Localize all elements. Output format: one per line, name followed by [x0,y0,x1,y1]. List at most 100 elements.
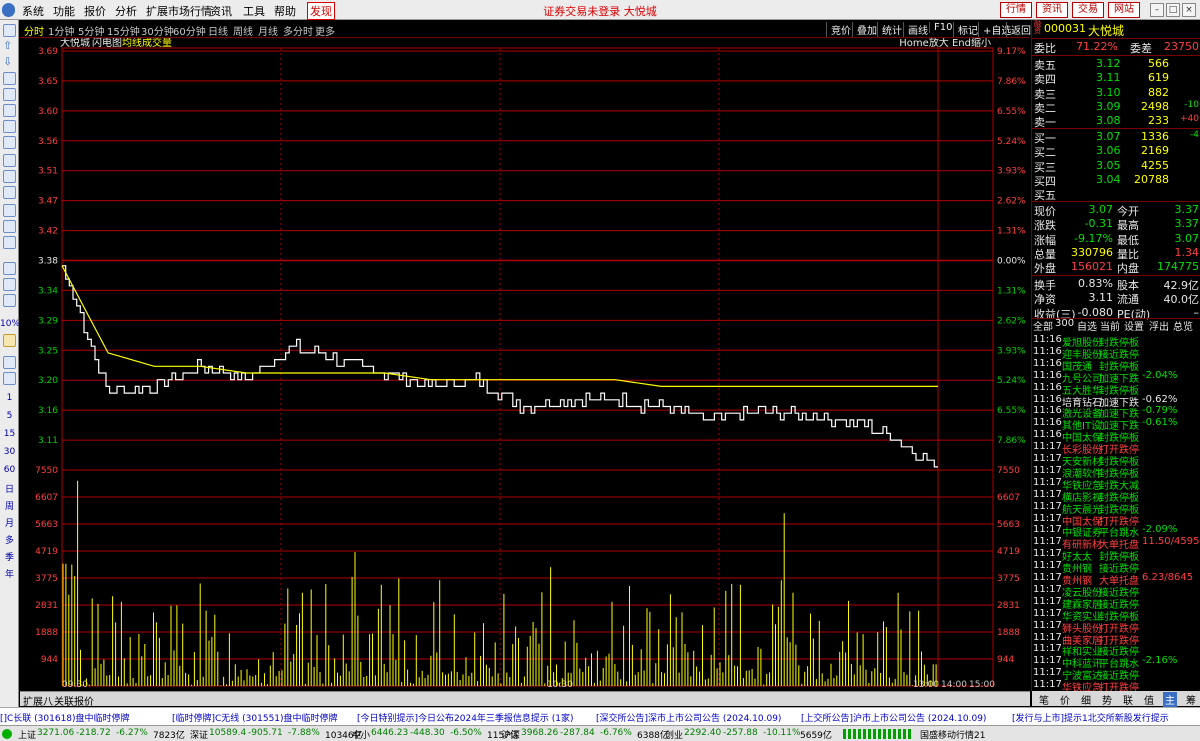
trade-filter-0[interactable]: 全部 [1033,318,1053,333]
ticker-item[interactable]: [今日特别提示]今日公布2024年三季报信息提示 (1家) [357,711,574,724]
period-30[interactable]: 30 [0,447,19,457]
trade-filter-4[interactable]: 设置 [1124,318,1144,333]
tab-30min[interactable]: 30分钟 [141,23,174,38]
ticker-item[interactable]: [上交所公告]沪市上市公司公告 (2024.10.09) [801,711,986,724]
alert-row[interactable]: 11:17 曲美家居 打开跌停 [1032,632,1200,647]
alert-row[interactable]: 11:17 中科蓝讯 平台跳水 -2.16% [1032,655,1200,670]
btn-f10[interactable]: F10 [929,22,952,33]
calendar-icon[interactable] [3,372,16,385]
pie-icon[interactable] [3,236,16,249]
alert-row[interactable]: 11:16 激光设备 加速下跌 -0.79% [1032,405,1200,420]
period-5[interactable]: 5 [0,411,19,421]
alert-row[interactable]: 11:16 五大胜华 封跌停板 [1032,382,1200,397]
quick-button-market[interactable]: 行情 [1000,2,1032,18]
alert-row[interactable]: 11:17 航天晨光 封跌停板 [1032,501,1200,516]
legend-volume[interactable]: 成交量 [142,38,172,49]
alert-row[interactable]: 11:17 浪潮软件 封跌停板 [1032,465,1200,480]
ask-row[interactable]: 卖三 3.10 882 [1032,86,1200,101]
menu-item-ext-market[interactable]: 扩展市场行情 [146,3,212,19]
alert-row[interactable]: 11:16 国茂通 封跌停板 [1032,358,1200,373]
alert-row[interactable]: 11:16 其他IT设 加速下跌 -0.61% [1032,417,1200,432]
minimize-icon[interactable]: – [1150,3,1164,17]
doc-icon[interactable] [3,170,16,183]
btn-mark[interactable]: 标记 [953,22,978,37]
bid-row[interactable]: 买一 3.07 1336 -4 [1032,130,1200,145]
tab-related-quote[interactable]: 关联报价 [54,693,94,708]
menu-item-tools[interactable]: 工具 [243,3,265,19]
grid-icon[interactable] [3,88,16,101]
right-tab-0[interactable]: 笔 [1037,692,1051,707]
period-week[interactable]: 周 [0,499,19,512]
alert-row[interactable]: 11:17 贵州钢 大单托盘 6.23/8645 [1032,572,1200,587]
pencil-icon[interactable] [3,334,16,347]
trend-icon[interactable] [3,262,16,275]
intraday-chart[interactable]: 3.69 9.17% 3.65 7.86% 3.60 6.55% 3.56 5.24% 3.51… [20,38,1030,690]
alert-row[interactable]: 11:16 九号公司 加速下跌 -2.04% [1032,370,1200,385]
index-name[interactable]: 创业 [665,728,683,741]
arrow-down-icon[interactable]: ⇩ [3,56,16,69]
alert-row[interactable]: 11:17 宁波富达 接近跌停 [1032,667,1200,682]
trade-filter-6[interactable]: 总览 [1173,318,1193,333]
legend-flash[interactable]: 闪电图 [92,38,122,49]
fs-icon[interactable] [3,356,16,369]
alert-row[interactable]: 11:16 爱旭股份 封跌停板 [1032,334,1200,349]
menu-item-analysis[interactable]: 分析 [115,3,137,19]
btn-overlay[interactable]: 叠加 [852,22,877,37]
menu-item-function[interactable]: 功能 [53,3,75,19]
alert-row[interactable]: 11:17 华铁应急 封跌大减 [1032,477,1200,492]
fe-icon[interactable] [3,154,16,167]
alert-row[interactable]: 11:17 中银证券 平台跳水 -2.09% [1032,524,1200,539]
alert-row[interactable]: 11:17 华资实业 封跌停板 [1032,608,1200,623]
f10-icon[interactable] [3,220,16,233]
ticker-item[interactable]: [发行与上市]提示1北交所新股发行提示 [1012,711,1169,724]
alert-row[interactable]: 11:17 凌云股份 接近跌停 [1032,584,1200,599]
menu-item-system[interactable]: 系统 [22,3,44,19]
alert-row[interactable]: 11:17 祥和实业 接近跌停 [1032,643,1200,658]
tab-more[interactable]: 更多 [315,23,335,38]
index-name[interactable]: 中小 [352,728,370,741]
right-tab-2[interactable]: 细 [1079,692,1093,707]
menu-item-news[interactable]: 资讯 [210,3,232,19]
alert-row[interactable]: 11:17 建霖家居 接近跌停 [1032,596,1200,611]
right-tab-6[interactable]: 主 [1163,692,1177,707]
tab-ext8[interactable]: 扩展八 [23,693,53,708]
btn-auction[interactable]: 竞价 [826,22,851,37]
close-icon[interactable]: × [1182,3,1196,17]
chart-svg[interactable]: 3.69 9.17% 3.65 7.86% 3.60 6.55% 3.56 5.24% 3.51… [20,38,1030,690]
quick-button-site[interactable]: 网站 [1108,2,1140,18]
quick-button-news[interactable]: 资讯 [1036,2,1068,18]
alert-row[interactable]: 11:17 有研新材 大单托盘 11.50/4595 [1032,536,1200,551]
alert-row[interactable]: 11:17 天安新材 封跌停板 [1032,453,1200,468]
bar-chart-icon[interactable] [3,120,16,133]
right-tab-7[interactable]: 筹 [1184,692,1198,707]
legend-avg[interactable]: 均线 [122,38,142,49]
ticker-item[interactable]: [临时停牌]C无线 (301551)盘中临时停牌 [172,711,338,724]
alert-row[interactable]: 11:16 培育钻石 加速下跌 -0.62% [1032,394,1200,409]
index-name[interactable]: 上证 [18,728,36,741]
index-name[interactable]: 深证 [190,728,208,741]
tab-day[interactable]: 日线 [208,23,228,38]
alert-row[interactable]: 11:17 横店影视 封跌停板 [1032,489,1200,504]
arrow-up-icon[interactable]: ⇧ [3,40,16,53]
menu-item-help[interactable]: 帮助 [274,3,296,19]
tab-multi[interactable]: 多分时 [283,23,313,38]
tab-60min[interactable]: 60分钟 [173,23,206,38]
wave-icon[interactable] [3,294,16,307]
zoom-label[interactable]: 10% [0,319,20,329]
period-year[interactable]: 年 [0,567,19,580]
alert-row[interactable]: 11:16 迎丰股份 接近跌停 [1032,346,1200,361]
right-tab-5[interactable]: 值 [1142,692,1156,707]
menu-item-quote[interactable]: 报价 [84,3,106,19]
alert-row[interactable]: 11:17 长彩股份 打开跌停 [1032,441,1200,456]
period-month[interactable]: 月 [0,516,19,529]
tab-fenshi[interactable]: 分时 [24,23,44,38]
bid-row[interactable]: 买三 3.05 4255 [1032,159,1200,174]
period-day[interactable]: 日 [0,482,19,495]
btn-back[interactable]: 返回 [1006,22,1031,37]
fund-icon[interactable] [3,186,16,199]
line-icon[interactable] [3,278,16,291]
maximize-icon[interactable]: □ [1166,3,1180,17]
alert-row[interactable]: 11:17 好太太 封跌停板 [1032,548,1200,563]
bid-row[interactable]: 买二 3.06 2169 [1032,144,1200,159]
trade-filter-2[interactable]: 自选 [1077,318,1097,333]
